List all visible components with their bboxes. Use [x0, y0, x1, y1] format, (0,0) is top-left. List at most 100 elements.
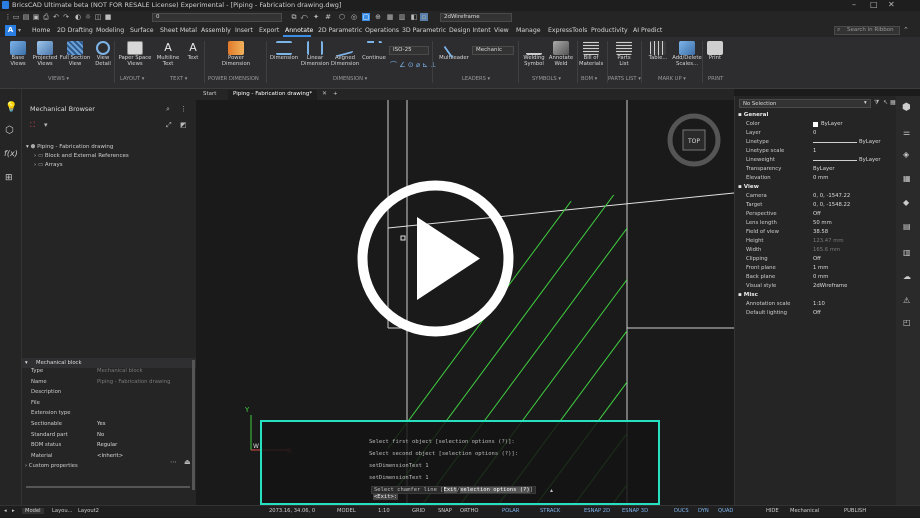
tab-drawing[interactable]: Piping - Fabrication drawing*	[228, 90, 318, 100]
workspace-icon[interactable]: ⬡	[338, 13, 346, 21]
lightbulb-icon[interactable]: 💡	[5, 102, 17, 113]
property-value[interactable]: Piping - Fabrication drawing	[97, 379, 171, 385]
status-toggle-quad[interactable]: QUAD	[718, 508, 733, 514]
more-icon[interactable]: ⋮	[180, 105, 187, 113]
status-toggle-mechanical[interactable]: Mechanical	[790, 508, 819, 514]
group-label-views[interactable]: VIEWS ▾	[48, 76, 69, 82]
property-value[interactable]: ByLayer	[813, 166, 835, 172]
expand-icon[interactable]: ⤢	[166, 121, 172, 130]
nav-left-icon[interactable]: ◂	[4, 508, 7, 514]
power-dimension-button[interactable]: Power Dimension	[218, 41, 254, 67]
property-value[interactable]: 0, 0, -1548.22	[813, 202, 850, 208]
material-pick-icon[interactable]: ⏏	[184, 458, 191, 466]
property-value[interactable]: 0 mm	[813, 274, 828, 280]
command-dropdown-icon[interactable]: ▴	[550, 487, 553, 494]
minimize-button[interactable]: –	[852, 0, 856, 9]
mechanical-block-header[interactable]: ▾ Mechanical block	[22, 358, 196, 368]
view-detail-button[interactable]: View Detail	[92, 41, 114, 67]
group-label-leaders[interactable]: LEADERS ▾	[462, 76, 490, 82]
status-toggle-polar[interactable]: POLAR	[502, 508, 519, 514]
multileader-button[interactable]: Multileader	[438, 37, 470, 61]
property-section-header[interactable]: ▪ Misc	[738, 292, 758, 298]
materials-icon[interactable]: ◆	[903, 198, 909, 207]
close-button[interactable]: ✕	[888, 0, 895, 9]
parts-list-button[interactable]: Parts List	[611, 41, 637, 67]
new-icon[interactable]: ▭	[12, 13, 20, 21]
layers-icon[interactable]: ◈	[903, 150, 909, 159]
paper-space-views-button[interactable]: Paper Space Views	[116, 41, 154, 67]
tab-surface[interactable]: Surface	[130, 27, 154, 34]
property-value[interactable]: 0, 0, -1547.22	[813, 193, 850, 199]
dimension-button[interactable]: Dimension	[268, 41, 300, 61]
property-section-header[interactable]: ▪ View	[738, 184, 759, 190]
group-label-markup[interactable]: MARK UP ▾	[658, 76, 686, 82]
sheet-icon[interactable]: ▥	[398, 13, 406, 21]
command-prompt[interactable]: Select chamfer line [Exit/selection opti…	[371, 486, 536, 494]
status-toggle-dyn[interactable]: DYN	[698, 508, 709, 514]
property-value[interactable]: No	[97, 432, 104, 438]
save-icon[interactable]: ▣	[32, 13, 40, 21]
new-tab-button[interactable]: +	[328, 90, 343, 100]
tab-manage[interactable]: Manage	[516, 27, 541, 34]
tree-options-icon[interactable]: ▾	[44, 121, 48, 129]
tab-assembly[interactable]: Assembly	[201, 27, 231, 34]
image-icon[interactable]: ◩	[180, 121, 187, 129]
property-section-header[interactable]: ▪ General	[738, 112, 768, 118]
tree-root[interactable]: ▾ ⬢ Piping - Fabrication drawing	[26, 144, 113, 150]
open-icon[interactable]: ▤	[22, 13, 30, 21]
tab-export[interactable]: Export	[259, 27, 279, 34]
tab-view[interactable]: View	[494, 27, 509, 34]
status-toggle-ortho[interactable]: ORTHO	[460, 508, 478, 514]
layer-freeze-icon[interactable]: ☼	[84, 13, 92, 21]
tab-sheet-metal[interactable]: Sheet Metal	[160, 27, 197, 34]
layer-color-icon[interactable]: ■	[104, 13, 112, 21]
maximize-button[interactable]: □	[870, 0, 878, 9]
property-value[interactable]: 165.6 mm	[813, 247, 840, 253]
group-label-text[interactable]: TEXT ▾	[170, 76, 187, 82]
property-value[interactable]: 0	[813, 130, 816, 136]
property-value[interactable]: ByLayer	[859, 157, 881, 163]
dim-tools-icon[interactable]: ⌒ ∠ ⊙ ⌀ ⊾ ⊥	[390, 60, 436, 70]
welding-symbol-button[interactable]: Welding Symbol	[520, 41, 548, 67]
layer-dropdown[interactable]: 0	[152, 13, 282, 22]
properties-panel-icon[interactable]: ⬢	[902, 102, 911, 113]
table-icon[interactable]: ▦	[386, 13, 394, 21]
zoom-icon[interactable]: ⊕	[374, 13, 382, 21]
tab-3d-parametric[interactable]: 3D Parametric	[402, 27, 446, 34]
structure-icon[interactable]: ⊞	[5, 173, 13, 183]
projected-views-button[interactable]: Projected Views	[30, 41, 60, 67]
window-icon[interactable]: ◧	[410, 13, 418, 21]
cube-icon[interactable]: ⬡	[5, 125, 14, 136]
property-value[interactable]: ByLayer	[859, 139, 881, 145]
view-icon[interactable]: ◎	[350, 13, 358, 21]
snap-icon[interactable]: ✦	[312, 13, 320, 21]
app-menu-button[interactable]: A	[5, 25, 16, 36]
tab-design-intent[interactable]: Design Intent	[449, 27, 491, 34]
tab-insert[interactable]: Insert	[235, 27, 253, 34]
print-icon[interactable]: ⎙	[42, 13, 50, 21]
quick-select-icon[interactable]: ⧩	[874, 99, 879, 107]
property-value[interactable]: Mechanical block	[97, 368, 143, 374]
nav-right-icon[interactable]: ▸	[12, 508, 15, 514]
property-value[interactable]: 123.47 mm	[813, 238, 844, 244]
layout-tab-layout1[interactable]: Layou...	[52, 508, 73, 514]
full-section-view-button[interactable]: Full Section View	[58, 41, 92, 67]
tab-annotate[interactable]: Annotate	[285, 27, 313, 34]
cloud-icon[interactable]: ☁	[903, 272, 911, 281]
dimension-style-dropdown[interactable]: ISO-25	[389, 46, 429, 55]
tab-modeling[interactable]: Modeling	[96, 27, 124, 34]
tree-item-arrays[interactable]: › ▭ Arrays	[34, 162, 63, 168]
properties-scrollbar[interactable]	[192, 360, 195, 490]
multiline-text-button[interactable]: A Multiline Text	[154, 41, 182, 67]
redo-icon[interactable]: ↷	[62, 13, 70, 21]
command-line-panel[interactable]: Select first object [selection options (…	[260, 420, 660, 505]
annotate-weld-button[interactable]: Annotate Weld	[548, 41, 574, 67]
library-icon[interactable]: ▤	[903, 222, 911, 231]
tab-start[interactable]: Start	[198, 90, 221, 100]
property-value[interactable]: Off	[813, 211, 821, 217]
base-views-button[interactable]: Base Views	[5, 41, 31, 67]
status-toggle-hide[interactable]: HIDE	[766, 508, 779, 514]
menu-icon[interactable]: ⋮	[4, 13, 12, 21]
ribbon-collapse-icon[interactable]: ⌃	[903, 26, 909, 34]
print-button[interactable]: Print	[704, 41, 726, 61]
